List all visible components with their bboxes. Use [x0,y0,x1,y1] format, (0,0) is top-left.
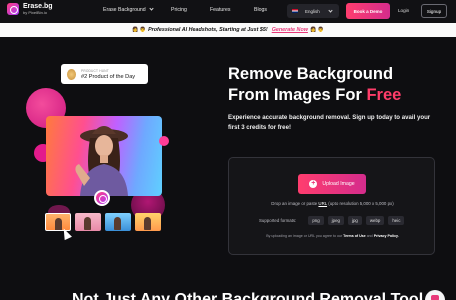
nav-features[interactable]: Features [210,7,230,13]
top-navbar: Erase.bg by PixelBin.io Erase Background… [0,0,456,23]
logo-byline: by PixelBin.io [23,10,48,15]
terms-of-use-link[interactable]: Terms of Use [343,234,366,238]
privacy-policy-link[interactable]: Privacy Policy. [374,234,399,238]
promo-banner: 👩 👨 Professional AI Headshots, Starting … [0,23,456,37]
format-badge: jpg [347,216,362,225]
headshot-emoji-left: 👩 👨 [132,27,147,33]
upload-dropzone[interactable]: + Upload Image Drop an image or paste UR… [228,157,435,255]
nav-blogs[interactable]: Blogs [254,7,267,13]
promo-text: Professional AI Headshots, Starting at J… [148,27,268,33]
badge-label: PRODUCT HUNT [81,68,109,73]
erase-bg-badge-icon [94,190,110,206]
format-badge: heic [388,216,405,225]
logo-icon [7,3,19,15]
hero-title-line2-prefix: From Images For [228,86,362,104]
hero-title-line1: Remove Background [228,65,394,83]
upload-image-label: Upload Image [322,181,355,187]
drop-instructions: Drop an image or paste URL (upto resolut… [229,201,436,206]
logo-name: Erase.bg [23,3,53,10]
terms-notice: By uploading an image or URL you agree t… [229,234,436,238]
drop-suffix: (upto resolution 5,000 x 5,000 px) [328,201,394,206]
hero-title-accent: Free [366,86,402,104]
sample-thumbnail[interactable] [75,213,101,231]
book-demo-button[interactable]: Book a Demo [346,3,390,19]
badge-title: #2 Product of the Day [81,73,136,80]
language-selector[interactable]: English [287,4,339,18]
decorative-blob [159,136,169,146]
uk-flag-icon [292,9,298,13]
headshot-emoji-right: 👩 👨 [309,27,324,33]
nav-erase-background-label: Erase Background [103,7,146,13]
hero-subtitle: Experience accurate background removal. … [228,114,431,131]
generate-now-link[interactable]: Generate Now [272,27,308,33]
chevron-down-icon [149,6,154,11]
chat-support-icon[interactable] [425,290,445,300]
login-button[interactable]: Login [398,8,409,13]
format-badge: png [308,216,324,225]
terms-prefix: By uploading an image or URL you agree t… [266,234,343,238]
medal-icon [67,68,76,80]
plus-icon: + [309,180,318,188]
supported-formats: Supported formats: png jpeg jpg webp hei… [259,216,405,225]
paste-url-link[interactable]: URL [318,201,327,206]
format-badge: jpeg [327,216,344,225]
sample-thumbnail[interactable] [105,213,131,231]
drop-prefix: Drop an image or paste [271,201,318,206]
woman-with-hat-illustration [75,126,128,196]
product-hunt-badge[interactable]: PRODUCT HUNT #2 Product of the Day [61,64,148,84]
chevron-down-icon [328,7,333,13]
erase-bg-logo[interactable]: Erase.bg by PixelBin.io [7,3,53,15]
language-label: English [305,8,320,14]
nav-pricing[interactable]: Pricing [171,7,187,13]
signup-button[interactable]: Signup [421,4,447,18]
hero-title: Remove Background From Images For Free [228,64,448,106]
formats-label: Supported formats: [259,218,297,223]
format-badge: webp [365,216,385,225]
section-title: Not Just Any Other Background Removal To… [72,291,424,300]
upload-image-button[interactable]: + Upload Image [298,174,366,194]
sample-thumbnail[interactable] [135,213,161,231]
nav-erase-background[interactable]: Erase Background [103,6,154,13]
sample-photo [46,116,162,196]
hero-title-line2: From Images For Free [228,85,448,106]
terms-and: and [366,234,373,238]
